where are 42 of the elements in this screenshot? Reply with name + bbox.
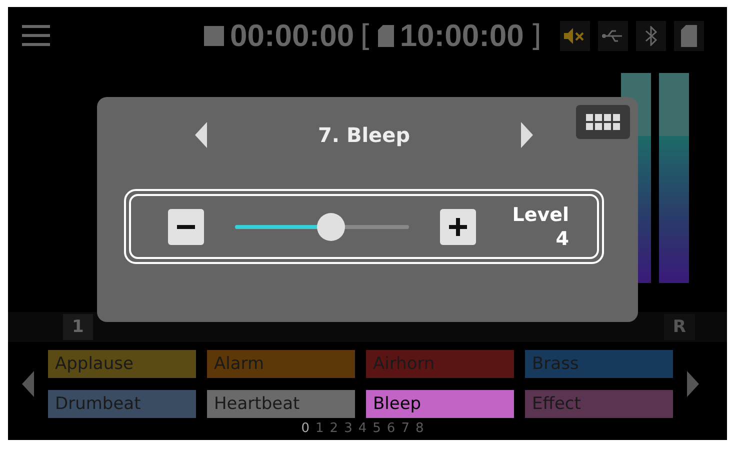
bluetooth-icon[interactable] [636,21,666,51]
page-number[interactable]: 6 [386,421,396,436]
level-label: Level [512,202,569,226]
previous-arrow-icon[interactable] [22,371,34,397]
plus-button[interactable] [440,208,476,244]
dialog-title: 7. Bleep [318,123,410,147]
grid-icon [586,114,620,130]
bracket: [ [360,18,372,54]
level-value: 4 [556,226,569,250]
previous-arrow-icon[interactable] [195,122,207,148]
page-number[interactable]: 3 [344,421,352,436]
page-number[interactable]: 8 [415,421,424,436]
menu-icon[interactable] [22,25,50,47]
next-arrow-icon[interactable] [687,371,699,397]
elapsed-time: 00:00:00 [230,18,354,54]
remaining-time: 10:00:00 [400,18,524,54]
sound-pad[interactable]: Effect [525,390,673,418]
plus-icon [449,218,467,236]
channel-tab[interactable]: R [664,314,695,340]
page-number[interactable]: 0 [301,421,310,436]
minus-button[interactable] [168,208,204,244]
page-number[interactable]: 7 [401,421,410,436]
next-arrow-icon[interactable] [521,122,533,148]
sd-card-icon [378,25,394,47]
sound-pad[interactable]: Bleep [366,390,514,418]
channel-tab[interactable]: 1 [63,314,93,340]
bracket: ] [530,18,542,54]
page-number[interactable]: 4 [358,421,367,436]
grid-button[interactable] [576,105,630,139]
sound-pad[interactable]: Drumbeat [48,390,196,418]
page-number[interactable]: 2 [330,421,338,436]
usb-icon[interactable] [598,21,628,51]
sound-pad[interactable]: Applause [48,350,196,378]
page-number[interactable]: 1 [316,421,324,436]
level-slider[interactable] [235,212,409,240]
sound-pad[interactable]: Heartbeat [207,390,355,418]
stop-icon [204,26,224,46]
speaker-muted-icon[interactable] [560,21,590,51]
minus-icon [177,224,195,228]
sound-pad[interactable]: Alarm [207,350,355,378]
sd-card-icon[interactable] [674,21,704,51]
page-number[interactable]: 5 [372,421,381,436]
